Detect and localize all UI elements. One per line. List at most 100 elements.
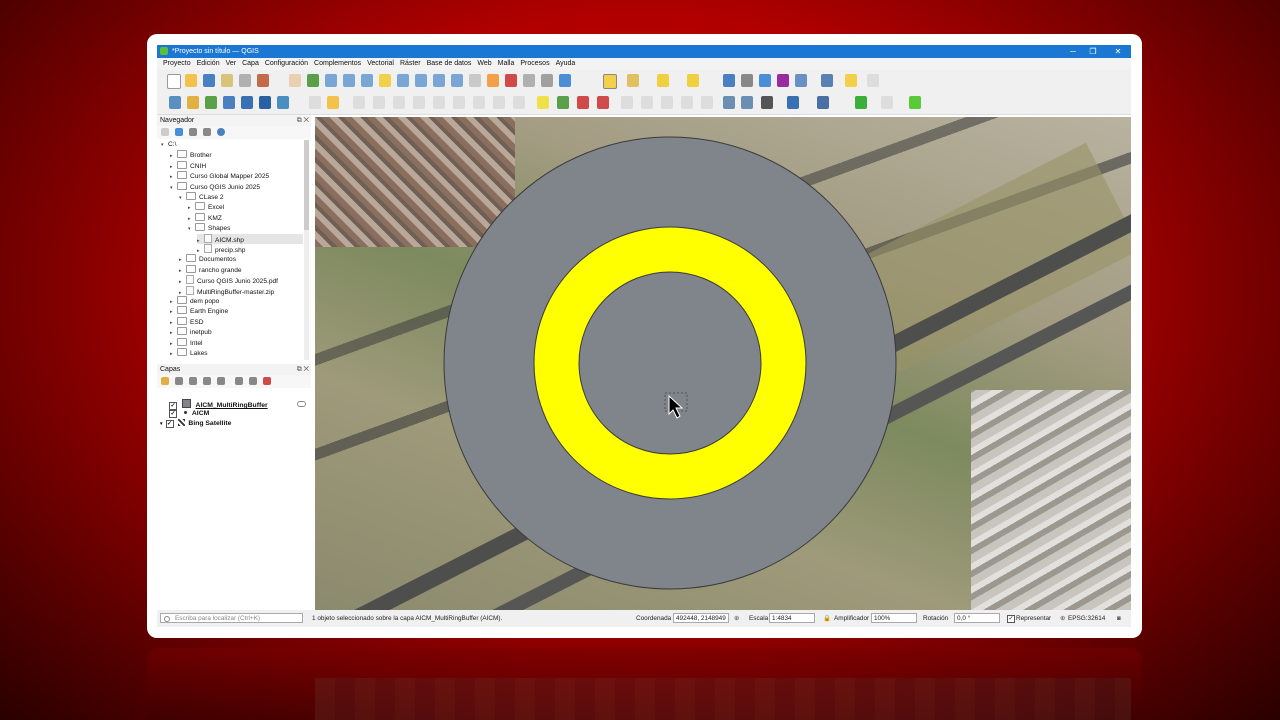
close-button[interactable]: ✕ — [1108, 45, 1128, 58]
layer-row-aicm[interactable]: ✓ AICM — [169, 409, 209, 419]
current-edits-icon[interactable] — [309, 96, 321, 109]
globe-icon[interactable] — [723, 96, 735, 109]
zoom-out-icon[interactable] — [343, 74, 355, 87]
filter-expression-icon[interactable] — [217, 377, 225, 385]
menu-ver[interactable]: Ver — [226, 58, 237, 70]
navigator-item[interactable]: ▾ C:\ — [161, 140, 176, 150]
menu-proyecto[interactable]: Proyecto — [163, 58, 191, 70]
navigator-item[interactable]: ▸ MultiRingBuffer-master.zip — [179, 285, 274, 296]
properties-info-icon[interactable] — [217, 128, 225, 136]
expand-arrow-icon[interactable]: ▾ — [161, 140, 168, 150]
panel-float-close-icon[interactable]: ⧉ ✕ — [297, 364, 309, 375]
crs-globe-icon[interactable]: ⊕ — [1060, 610, 1065, 627]
menu-capa[interactable]: Capa — [242, 58, 259, 70]
plugin-polygon-icon[interactable] — [909, 96, 921, 109]
delete-selected-icon[interactable] — [413, 96, 425, 109]
layer-row-aicm-multiringbuffer[interactable]: ✓ AICM_MultiRingBuffer — [169, 399, 306, 410]
navigator-item[interactable]: ▸ dem popo — [170, 296, 219, 306]
layer-indicator-icon[interactable] — [297, 401, 306, 407]
menu-web[interactable]: Web — [477, 58, 491, 70]
zoom-next-icon[interactable] — [451, 74, 463, 87]
filter-legend-icon[interactable] — [203, 377, 211, 385]
inner-buffer-ring[interactable] — [578, 271, 762, 455]
zoom-layer-icon[interactable] — [397, 74, 409, 87]
menu-edicion[interactable]: Edición — [197, 58, 220, 70]
annotation-icon[interactable] — [845, 74, 857, 87]
rotate-label-icon[interactable] — [661, 96, 673, 109]
select-by-value-icon[interactable] — [627, 74, 639, 87]
data-source-manager-icon[interactable] — [169, 96, 181, 109]
cut-icon[interactable] — [433, 96, 445, 109]
select-features-icon[interactable] — [603, 74, 617, 89]
save-as-icon[interactable] — [221, 74, 233, 87]
statistics-sigma-icon[interactable] — [777, 74, 789, 87]
locator-search-input[interactable]: Escriba para localizar (Ctrl+K) — [160, 613, 303, 623]
pin-labels-icon[interactable] — [597, 96, 609, 109]
new-map-view-icon[interactable] — [469, 74, 481, 87]
undo-icon[interactable] — [493, 96, 505, 109]
navigator-item[interactable]: ▸ Excel — [188, 202, 224, 212]
map-canvas[interactable] — [315, 117, 1131, 610]
layer-labeling-icon[interactable] — [557, 96, 569, 109]
field-calculator-icon[interactable] — [795, 74, 807, 87]
panel-float-close-icon[interactable]: ⧉ ✕ — [297, 115, 309, 126]
change-label-icon[interactable] — [681, 96, 693, 109]
pan-hand-icon[interactable] — [289, 74, 301, 87]
measure-icon[interactable] — [821, 74, 833, 87]
navigator-item[interactable]: ▸ KMZ — [188, 212, 222, 223]
navigator-item[interactable]: ▸ Earth Engine — [170, 306, 228, 316]
navigator-item[interactable]: ▸ Lakes — [170, 348, 208, 358]
expand-arrow-icon[interactable]: ▾ — [179, 193, 186, 203]
layer-style-icon[interactable] — [161, 377, 169, 385]
toggle-editing-icon[interactable] — [327, 96, 339, 109]
zoom-full-icon[interactable] — [361, 74, 373, 87]
new-3d-map-icon[interactable] — [487, 74, 499, 87]
navigator-item[interactable]: ▾ Shapes — [188, 223, 230, 233]
manage-visibility-icon[interactable] — [189, 377, 197, 385]
maximize-button[interactable]: ❐ — [1083, 45, 1103, 58]
navigator-item[interactable]: ▸ ESD — [170, 316, 204, 327]
navigator-item[interactable]: ▾ Curso QGIS Junio 2025 — [170, 181, 260, 192]
navigator-item[interactable]: ▸ Intel — [170, 337, 202, 348]
expand-arrow-icon[interactable]: ▾ — [188, 224, 195, 234]
digitize-icon[interactable] — [373, 96, 385, 109]
gps-icon[interactable] — [761, 96, 773, 109]
expand-all-icon[interactable] — [235, 377, 243, 385]
layer-visibility-checkbox[interactable]: ✓ — [169, 410, 177, 418]
menu-base-de-datos[interactable]: Base de datos — [427, 58, 472, 70]
add-postgis-icon[interactable] — [241, 96, 253, 109]
expand-arrow-icon[interactable]: ▾ — [160, 421, 163, 427]
navigator-item[interactable]: ▸ Brother — [170, 150, 212, 160]
new-project-icon[interactable] — [167, 74, 181, 89]
scrollbar-thumb[interactable] — [304, 140, 309, 230]
attribute-table-icon[interactable] — [741, 74, 753, 87]
bookmark-icon[interactable] — [505, 74, 517, 87]
add-wfs-icon[interactable] — [277, 96, 289, 109]
messages-icon[interactable]: ◙ — [1117, 610, 1121, 627]
navigator-item[interactable]: ▸ precip.shp — [197, 244, 245, 254]
zoom-native-icon[interactable] — [415, 74, 427, 87]
diagram-icon[interactable] — [577, 96, 589, 109]
label-properties-icon[interactable] — [701, 96, 713, 109]
map-tips-icon[interactable] — [867, 74, 879, 87]
navigator-item[interactable]: ▸ rancho grande — [179, 264, 242, 275]
minimize-button[interactable]: ─ — [1063, 45, 1083, 58]
redo-icon[interactable] — [513, 96, 525, 109]
zoom-last-icon[interactable] — [433, 74, 445, 87]
navigator-item[interactable]: ▸ AICM.shp — [197, 233, 303, 244]
label-abc-icon[interactable] — [537, 96, 549, 109]
layer-visibility-checkbox[interactable]: ✓ — [165, 420, 174, 428]
deselect-icon[interactable] — [657, 74, 669, 87]
navigator-item[interactable]: ▸ Documentos — [179, 254, 236, 264]
pan-to-selection-icon[interactable] — [307, 74, 319, 87]
navigator-item[interactable]: ▾ CLase 2 — [179, 192, 224, 202]
move-label-icon[interactable] — [641, 96, 653, 109]
zoom-selection-icon[interactable] — [379, 74, 391, 87]
layer-row-bing-satellite[interactable]: ▾ ✓ Bing Satellite — [160, 419, 231, 429]
crs-button[interactable]: EPSG:32614 — [1068, 610, 1105, 627]
lock-scale-icon[interactable]: 🔒 — [823, 610, 831, 627]
save-edits-icon[interactable] — [353, 96, 365, 109]
vertex-tool-icon[interactable] — [393, 96, 405, 109]
navigator-item[interactable]: ▸ Curso Global Mapper 2025 — [170, 171, 269, 181]
add-vector-icon[interactable] — [187, 96, 199, 109]
